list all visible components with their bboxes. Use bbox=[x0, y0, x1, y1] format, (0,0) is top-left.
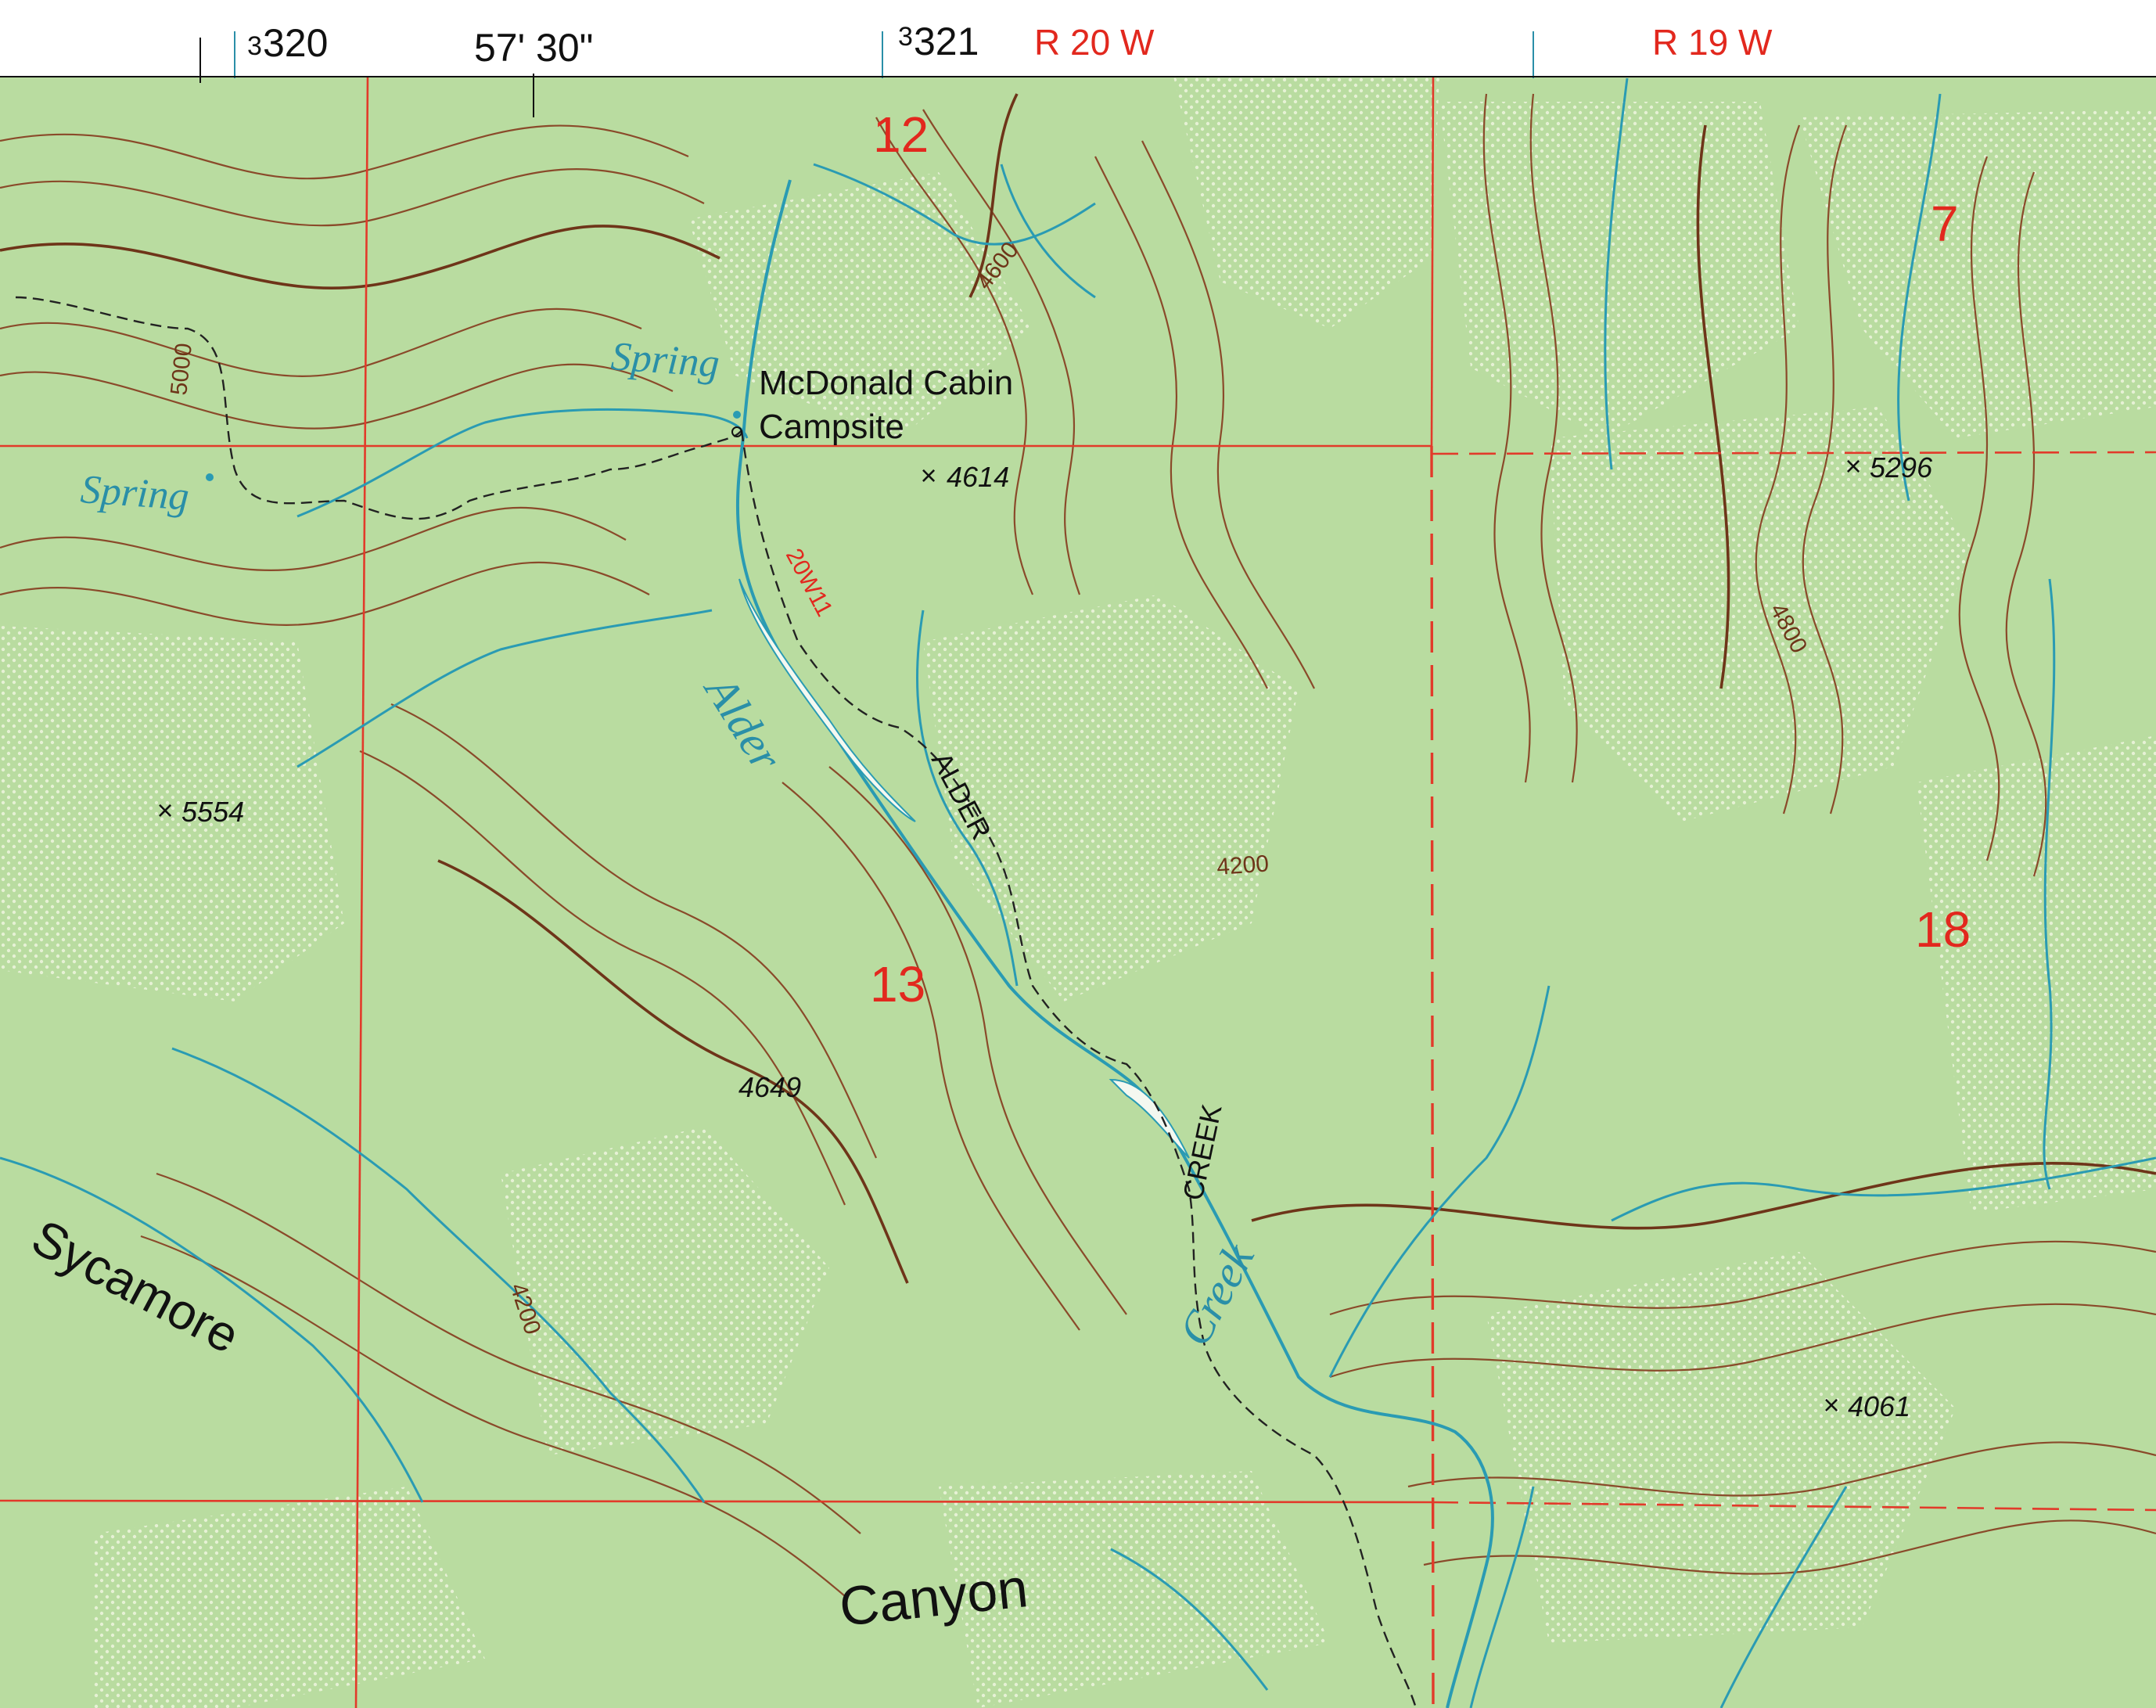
easting-320: 320 bbox=[263, 21, 328, 65]
range-20-west: R 20 W bbox=[1034, 22, 1155, 63]
topographic-map: 3 320 57' 30" 3 321 R 20 W R 19 W 12 7 1… bbox=[0, 0, 2156, 1708]
spot-marker-5296: × bbox=[1845, 450, 1861, 482]
longitude-label: 57' 30" bbox=[474, 26, 593, 70]
section-7: 7 bbox=[1931, 196, 1959, 252]
section-13: 13 bbox=[870, 956, 925, 1012]
spot-elevation-5554: 5554 bbox=[181, 796, 244, 828]
cabin-label-line2: Campsite bbox=[759, 408, 904, 446]
easting-320-super: 3 bbox=[247, 31, 262, 61]
spring-label-west: Spring bbox=[79, 467, 190, 520]
easting-321-super: 3 bbox=[898, 22, 913, 52]
spot-elevation-4061: 4061 bbox=[1848, 1390, 1910, 1422]
spot-elevation-4649: 4649 bbox=[738, 1071, 801, 1103]
cabin-label-line1: McDonald Cabin bbox=[759, 364, 1013, 402]
map-canvas: 3 320 57' 30" 3 321 R 20 W R 19 W 12 7 1… bbox=[0, 0, 2156, 1708]
section-12: 12 bbox=[873, 106, 929, 163]
contour-5000-label: 5000 bbox=[166, 342, 197, 397]
spot-marker-4614: × bbox=[920, 459, 936, 491]
spot-elevation-4614: 4614 bbox=[947, 461, 1009, 493]
spring-label-cabin: Spring bbox=[609, 334, 720, 387]
spring-symbol-cabin bbox=[733, 411, 741, 419]
range-19-west: R 19 W bbox=[1652, 22, 1773, 63]
contour-4200-label-a: 4200 bbox=[1216, 850, 1270, 880]
spring-symbol-west bbox=[206, 473, 214, 481]
spot-marker-5554: × bbox=[156, 794, 173, 826]
spot-marker-4061: × bbox=[1823, 1389, 1839, 1421]
easting-321: 321 bbox=[914, 20, 979, 63]
spot-elevation-5296: 5296 bbox=[1870, 451, 1933, 484]
section-18: 18 bbox=[1915, 901, 1971, 958]
